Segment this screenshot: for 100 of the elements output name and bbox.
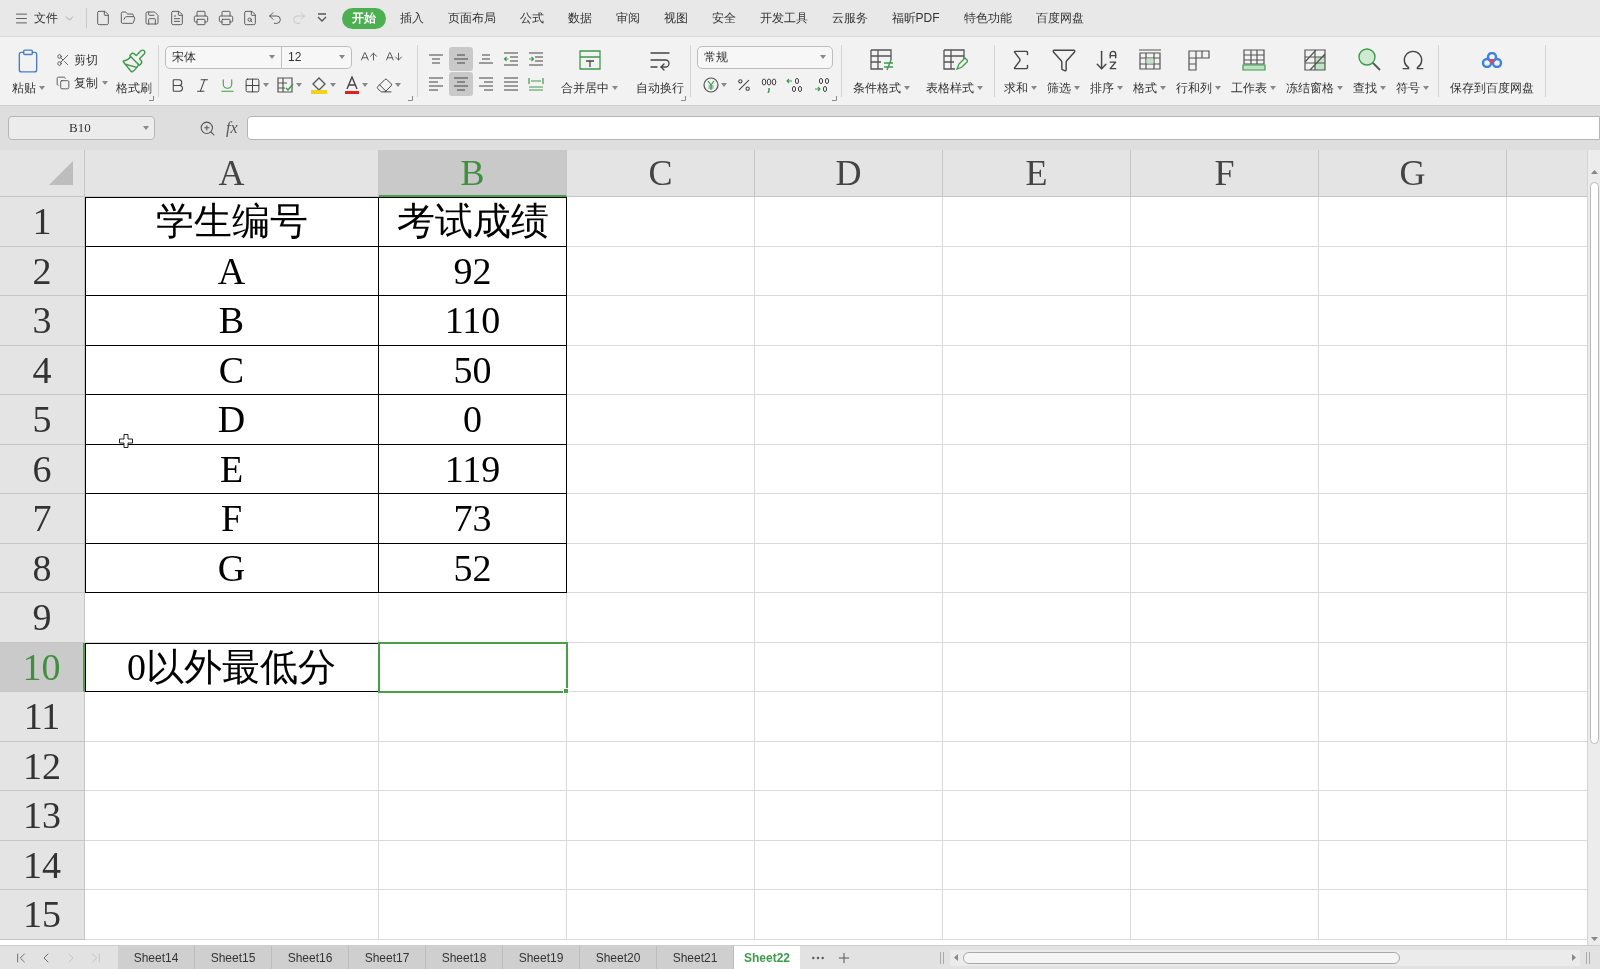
sheet-tab[interactable]: Sheet22 (734, 946, 800, 969)
row-header[interactable]: 15 (0, 890, 85, 940)
row-header[interactable]: 13 (0, 791, 85, 841)
row-header[interactable]: 7 (0, 494, 85, 544)
down-triangle-icon[interactable] (1590, 937, 1598, 941)
caret-icon[interactable] (977, 86, 983, 90)
sheet-tab[interactable]: Sheet21 (657, 946, 734, 969)
caret-icon[interactable] (1074, 86, 1080, 90)
conditional-format-button[interactable]: 条件格式 (848, 42, 915, 100)
caret-icon[interactable] (1423, 86, 1429, 90)
caret-icon[interactable] (269, 55, 275, 59)
menu-tab[interactable]: 审阅 (605, 7, 650, 29)
caret-icon[interactable] (1270, 86, 1276, 90)
decimal-arrow-right-icon[interactable] (813, 76, 831, 93)
cut-button[interactable]: 剪切 (56, 52, 108, 67)
caret-icon[interactable] (395, 83, 401, 87)
menu-tab[interactable]: 云服务 (821, 7, 878, 29)
column-header[interactable]: E (943, 150, 1131, 197)
column-header[interactable]: G (1319, 150, 1507, 197)
currency-button[interactable] (703, 76, 727, 93)
wrap-text-button[interactable]: 自动换行 (631, 42, 689, 100)
fx-label[interactable]: fx (226, 116, 238, 140)
fill-color-button[interactable] (310, 76, 336, 94)
percent-icon[interactable] (736, 76, 752, 93)
row-header[interactable]: 3 (0, 296, 85, 346)
caret-icon[interactable] (330, 83, 336, 87)
menu-tab[interactable]: 公式 (509, 7, 554, 29)
document-search-icon[interactable] (242, 10, 258, 26)
menu-tab[interactable]: 安全 (701, 7, 746, 29)
cloud-save-button[interactable]: 保存到百度网盘 (1445, 42, 1539, 100)
row-header[interactable]: 4 (0, 345, 85, 395)
caret-icon[interactable] (904, 86, 910, 90)
table-style-button[interactable]: 表格样式 (921, 42, 988, 100)
align-center-button[interactable] (449, 71, 473, 96)
format-painter-button[interactable]: 格式刷 (116, 48, 152, 94)
caret-icon[interactable] (296, 83, 302, 87)
up-triangle-icon[interactable] (1590, 170, 1598, 174)
sort-button[interactable]: 排序 (1085, 42, 1128, 100)
corner-mark-icon[interactable] (832, 96, 837, 101)
zeros-comma-icon[interactable] (761, 76, 777, 93)
italic-icon[interactable] (194, 76, 211, 94)
sheet-tab[interactable]: Sheet15 (195, 946, 272, 969)
sheet-tab[interactable]: Sheet17 (349, 946, 426, 969)
formula-input[interactable] (246, 116, 1600, 140)
menu-tab[interactable]: 开发工具 (749, 7, 818, 29)
folder-icon[interactable] (119, 10, 136, 26)
row-header[interactable]: 8 (0, 543, 85, 593)
decimal-arrow-left-icon[interactable] (786, 76, 804, 93)
symbol-button[interactable]: 符号 (1391, 42, 1434, 100)
sheet-tab[interactable]: Sheet20 (580, 946, 657, 969)
filter-button[interactable]: 筛选 (1042, 42, 1085, 100)
cell-style-button[interactable] (277, 77, 302, 93)
scrollbar-thumb[interactable] (1589, 182, 1599, 744)
caret-icon[interactable] (1117, 86, 1123, 90)
file-menu[interactable]: 文件 (0, 9, 82, 27)
indent-increase-icon[interactable] (528, 51, 544, 66)
caret-icon[interactable] (362, 83, 368, 87)
menu-tab[interactable]: 福昕PDF (881, 7, 950, 29)
caret-icon[interactable] (612, 86, 618, 90)
row-header[interactable]: 9 (0, 593, 85, 643)
sum-button[interactable]: 求和 (999, 42, 1042, 100)
column-header[interactable]: C (567, 150, 755, 197)
underline-icon[interactable] (219, 76, 236, 94)
freeze-panes-button[interactable]: 冻结窗格 (1281, 42, 1348, 100)
column-header[interactable]: D (755, 150, 943, 197)
document-text-icon[interactable] (168, 10, 185, 26)
rows-columns-button[interactable]: 行和列 (1171, 42, 1226, 100)
align-middle-button[interactable] (449, 46, 473, 71)
format-button[interactable]: 格式 (1128, 42, 1171, 100)
menu-tab[interactable]: 视图 (653, 7, 698, 29)
row-header[interactable]: 6 (0, 444, 85, 494)
caret-icon[interactable] (1380, 86, 1386, 90)
row-header[interactable]: 5 (0, 395, 85, 445)
printer-icon[interactable] (193, 10, 209, 26)
row-header[interactable]: 2 (0, 246, 85, 296)
caret-icon[interactable] (143, 126, 149, 130)
row-header[interactable]: 12 (0, 741, 85, 791)
caret-icon[interactable] (38, 86, 45, 90)
indent-decrease-icon[interactable] (503, 51, 519, 66)
copy-button[interactable]: 复制 (56, 75, 108, 90)
paste-button[interactable]: 粘贴 (8, 48, 48, 94)
corner-mark-icon[interactable] (681, 96, 686, 101)
row-header[interactable]: 14 (0, 840, 85, 890)
name-box[interactable]: B10 (8, 116, 155, 140)
menu-tab[interactable]: 插入 (389, 7, 434, 29)
vertical-scrollbar[interactable] (1587, 150, 1600, 945)
grip-icon[interactable] (1586, 951, 1590, 964)
undo-icon[interactable] (266, 10, 283, 26)
font-color-button[interactable] (344, 76, 368, 94)
row-header[interactable]: 1 (0, 197, 85, 247)
caret-icon[interactable] (263, 83, 269, 87)
caret-icon[interactable] (339, 55, 345, 59)
menu-tab[interactable]: 数据 (557, 7, 602, 29)
borders-button[interactable] (244, 76, 269, 94)
font-size-select[interactable]: 12 (282, 45, 352, 69)
menu-tab[interactable]: 特色功能 (953, 7, 1022, 29)
magnifier-icon[interactable] (199, 119, 216, 137)
menu-tab[interactable]: 页面布局 (437, 7, 506, 29)
sheet-tab[interactable]: Sheet14 (118, 946, 195, 969)
sheet-tab[interactable]: Sheet18 (426, 946, 503, 969)
